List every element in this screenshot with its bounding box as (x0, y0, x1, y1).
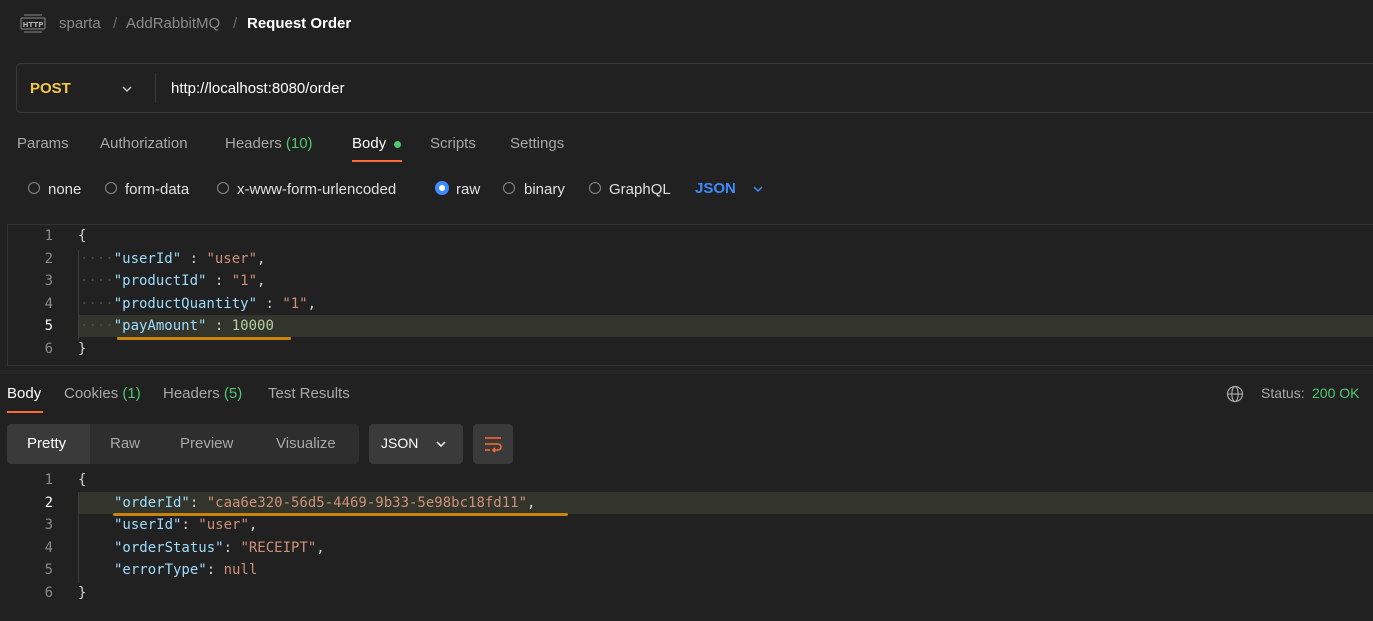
svg-text:HTTP: HTTP (23, 21, 44, 29)
code-line: ····"payAmount" : 10000 (80, 318, 274, 334)
line-number: 4 (44, 540, 53, 556)
url-divider (155, 73, 156, 103)
wrap-lines-icon (485, 437, 502, 453)
active-tab-underline (352, 160, 402, 162)
tab-headers[interactable]: Headers (10) (225, 135, 313, 152)
line-number: 3 (44, 273, 53, 289)
radio-urlencoded[interactable] (217, 182, 229, 194)
view-preview[interactable]: Preview (180, 435, 233, 452)
radio-form-data[interactable] (105, 182, 117, 194)
radio-urlencoded-label[interactable]: x-www-form-urlencoded (237, 181, 396, 198)
panel-divider[interactable] (0, 370, 1373, 374)
radio-binary[interactable] (503, 182, 515, 194)
code-line: ····"userId" : "user", (80, 251, 266, 267)
breadcrumb-workspace[interactable]: sparta (59, 15, 101, 32)
radio-form-data-label[interactable]: form-data (125, 181, 189, 198)
response-tab-body[interactable]: Body (7, 385, 41, 402)
indent-guide (78, 250, 79, 340)
line-number: 5 (44, 562, 53, 578)
breadcrumb-collection[interactable]: AddRabbitMQ (126, 15, 220, 32)
request-body-editor[interactable] (7, 224, 1373, 366)
code-brace-open: { (78, 472, 87, 488)
code-line: ····"productQuantity" : "1", (80, 296, 317, 312)
radio-none-label[interactable]: none (48, 181, 81, 198)
radio-none[interactable] (28, 182, 40, 194)
tab-scripts[interactable]: Scripts (430, 135, 476, 152)
indent-guide (78, 493, 79, 583)
line-number: 2 (44, 495, 53, 511)
chevron-down-icon (436, 441, 446, 448)
code-line: "errorType": null (114, 562, 258, 578)
radio-raw[interactable] (435, 181, 449, 195)
status-label: Status: (1261, 385, 1305, 401)
line-number: 1 (44, 472, 53, 488)
body-modified-dot (394, 141, 401, 148)
line-number: 2 (44, 251, 53, 267)
globe-icon[interactable] (1226, 385, 1244, 403)
line-number: 6 (44, 585, 53, 601)
tab-params[interactable]: Params (17, 135, 69, 152)
tab-headers-count: (10) (285, 135, 313, 152)
page-title[interactable]: Request Order (247, 15, 351, 32)
line-number: 1 (44, 228, 53, 244)
chevron-down-icon[interactable] (120, 82, 134, 96)
code-line: "userId": "user", (114, 517, 258, 533)
radio-binary-label[interactable]: binary (524, 181, 565, 198)
line-number: 3 (44, 517, 53, 533)
code-line: ····"productId" : "1", (80, 273, 266, 289)
breadcrumb-separator: / (113, 15, 118, 32)
code-line: "orderStatus": "RECEIPT", (114, 540, 325, 556)
radio-graphql[interactable] (589, 182, 601, 194)
format-select-label: JSON (381, 435, 419, 451)
tab-headers-label: Headers (225, 135, 282, 152)
response-tab-headers-count: (5) (223, 385, 243, 402)
response-tab-cookies[interactable]: Cookies (1) (64, 385, 141, 402)
view-pretty[interactable]: Pretty (27, 435, 66, 452)
highlight-underline (113, 513, 568, 516)
tab-authorization[interactable]: Authorization (100, 135, 188, 152)
url-input[interactable]: http://localhost:8080/order (171, 80, 344, 97)
response-tab-test-results[interactable]: Test Results (268, 385, 350, 402)
radio-graphql-label[interactable]: GraphQL (609, 181, 671, 198)
view-raw[interactable]: Raw (110, 435, 140, 452)
radio-raw-label[interactable]: raw (456, 181, 480, 198)
active-tab-underline (7, 411, 43, 413)
code-brace-close: } (78, 585, 87, 601)
response-tab-headers-label: Headers (163, 385, 220, 402)
code-brace-open: { (78, 228, 87, 244)
line-number: 6 (44, 341, 53, 357)
line-number: 5 (44, 318, 53, 334)
method-select[interactable]: POST (30, 80, 71, 97)
code-line: "orderId": "caa6e320-56d5-4469-9b33-5e98… (114, 495, 536, 511)
code-brace-close: } (78, 341, 87, 357)
response-tab-cookies-count: (1) (122, 385, 141, 402)
tab-body[interactable]: Body (352, 135, 386, 152)
status-badge[interactable]: 200 OK (1312, 385, 1359, 401)
chevron-down-icon[interactable] (751, 182, 765, 196)
breadcrumb-separator: / (233, 15, 238, 32)
highlight-underline (117, 337, 291, 340)
http-icon: HTTP (20, 14, 46, 33)
tab-settings[interactable]: Settings (510, 135, 564, 152)
response-tab-cookies-label: Cookies (64, 385, 119, 402)
response-tab-headers[interactable]: Headers (5) (163, 385, 242, 402)
language-select[interactable]: JSON (695, 180, 736, 197)
line-number: 4 (44, 296, 53, 312)
view-visualize[interactable]: Visualize (276, 435, 336, 452)
